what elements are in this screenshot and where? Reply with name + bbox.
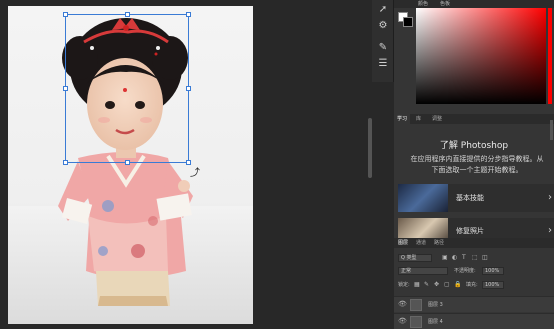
layer-name: 图层 4	[428, 319, 443, 325]
layer-row[interactable]: 👁 图层 3	[394, 296, 554, 312]
canvas-workspace: ⤴	[0, 0, 372, 329]
filter-pixel-icon[interactable]: ▣	[442, 254, 448, 262]
tutorial-card-basic-skills[interactable]: 基本技能 ›	[398, 184, 554, 212]
fill-input[interactable]: 100%	[482, 281, 504, 289]
chevron-right-icon: ›	[548, 192, 552, 203]
filter-shape-icon[interactable]: ⬚	[472, 254, 478, 262]
rotate-cursor-icon: ⤴	[190, 168, 200, 179]
lock-all-icon[interactable]: 🔒	[454, 281, 461, 289]
lock-move-icon[interactable]: ✥	[434, 281, 439, 289]
learn-panel-scrollbar[interactable]	[550, 120, 553, 140]
tab-adjustments[interactable]: 调整	[432, 114, 442, 124]
layers-panel-tabs: 图层 通道 路径	[394, 238, 554, 248]
layer-thumbnail	[410, 316, 422, 328]
eye-icon[interactable]: 👁	[398, 300, 407, 308]
filter-smart-icon[interactable]: ◫	[482, 254, 488, 262]
tutorial-card-label: 基本技能	[456, 194, 484, 202]
photoshop-window: ⤴ ➚ ⚙ ✎ ☰ 颜色 色板 学习 库 调整 了解 Photoshop 在应用…	[0, 0, 554, 329]
transform-handle[interactable]	[125, 12, 130, 17]
tab-swatches[interactable]: 色板	[440, 0, 450, 8]
tutorial-thumbnail	[398, 218, 448, 238]
learn-title: 了解 Photoshop	[439, 141, 509, 151]
pen-cursor-icon[interactable]: ➚	[376, 4, 390, 16]
tutorial-card-label: 修复照片	[456, 227, 484, 235]
transform-bounding-box[interactable]	[63, 12, 191, 165]
fill-label: 填充:	[466, 282, 478, 288]
tab-layers[interactable]: 图层	[398, 238, 408, 248]
tab-channels[interactable]: 通道	[416, 238, 426, 248]
document-canvas[interactable]: ⤴	[8, 6, 253, 324]
chevron-right-icon: ›	[548, 225, 552, 236]
lock-artboard-icon[interactable]: ▢	[444, 281, 450, 289]
transform-handle[interactable]	[186, 12, 191, 17]
transform-handle[interactable]	[63, 160, 68, 165]
opacity-label: 不透明度:	[454, 268, 476, 274]
tab-learn[interactable]: 学习	[394, 114, 411, 124]
opacity-input[interactable]: 100%	[482, 267, 504, 275]
learn-description-line: 在应用程序内直接提供的分步指导教程。从	[410, 155, 544, 163]
lock-pixels-icon[interactable]: ▦	[414, 281, 420, 289]
tab-color[interactable]: 颜色	[418, 0, 428, 8]
tutorial-card-fix-photo[interactable]: 修复照片 ›	[398, 218, 554, 238]
layer-thumbnail	[410, 299, 422, 311]
lock-paint-icon[interactable]: ✎	[424, 281, 429, 289]
filter-adjust-icon[interactable]: ◐	[452, 254, 457, 262]
canvas-scrollbar[interactable]	[368, 118, 372, 178]
tab-paths[interactable]: 路径	[434, 238, 444, 248]
color-picker-field[interactable]	[416, 8, 546, 104]
transform-handle[interactable]	[125, 160, 130, 165]
learn-description-line: 下面选取一个主题开始教程。	[431, 166, 523, 174]
layer-name: 图层 3	[428, 302, 443, 308]
tutorial-thumbnail	[398, 184, 448, 212]
learn-description: 在应用程序内直接提供的分步指导教程。从 下面选取一个主题开始教程。	[402, 154, 552, 176]
sliders-icon[interactable]: ☰	[376, 58, 390, 70]
layer-row[interactable]: 👁 图层 4	[394, 313, 554, 329]
adjust-icon[interactable]: ⚙	[376, 20, 390, 32]
blend-mode-select[interactable]: 正常	[398, 267, 448, 275]
hue-slider[interactable]	[548, 8, 552, 104]
transform-handle[interactable]	[63, 86, 68, 91]
layer-filter-select[interactable]: Q 类型	[398, 254, 432, 262]
panel-tool-strip: ➚ ⚙ ✎ ☰	[372, 0, 394, 82]
filter-type-icon[interactable]: T	[462, 254, 466, 262]
transform-handle[interactable]	[63, 12, 68, 17]
right-panel: 颜色 色板 学习 库 调整 了解 Photoshop 在应用程序内直接提供的分步…	[394, 0, 554, 329]
lock-label: 锁定:	[398, 282, 410, 288]
brush-icon[interactable]: ✎	[376, 42, 390, 54]
transform-handle[interactable]	[186, 86, 191, 91]
eye-icon[interactable]: 👁	[398, 317, 407, 325]
background-color-swatch[interactable]	[403, 17, 413, 27]
learn-panel-tabs: 学习 库 调整	[394, 114, 554, 124]
tab-libraries[interactable]: 库	[416, 114, 421, 124]
color-panel-tabs: 颜色 色板	[394, 0, 554, 8]
